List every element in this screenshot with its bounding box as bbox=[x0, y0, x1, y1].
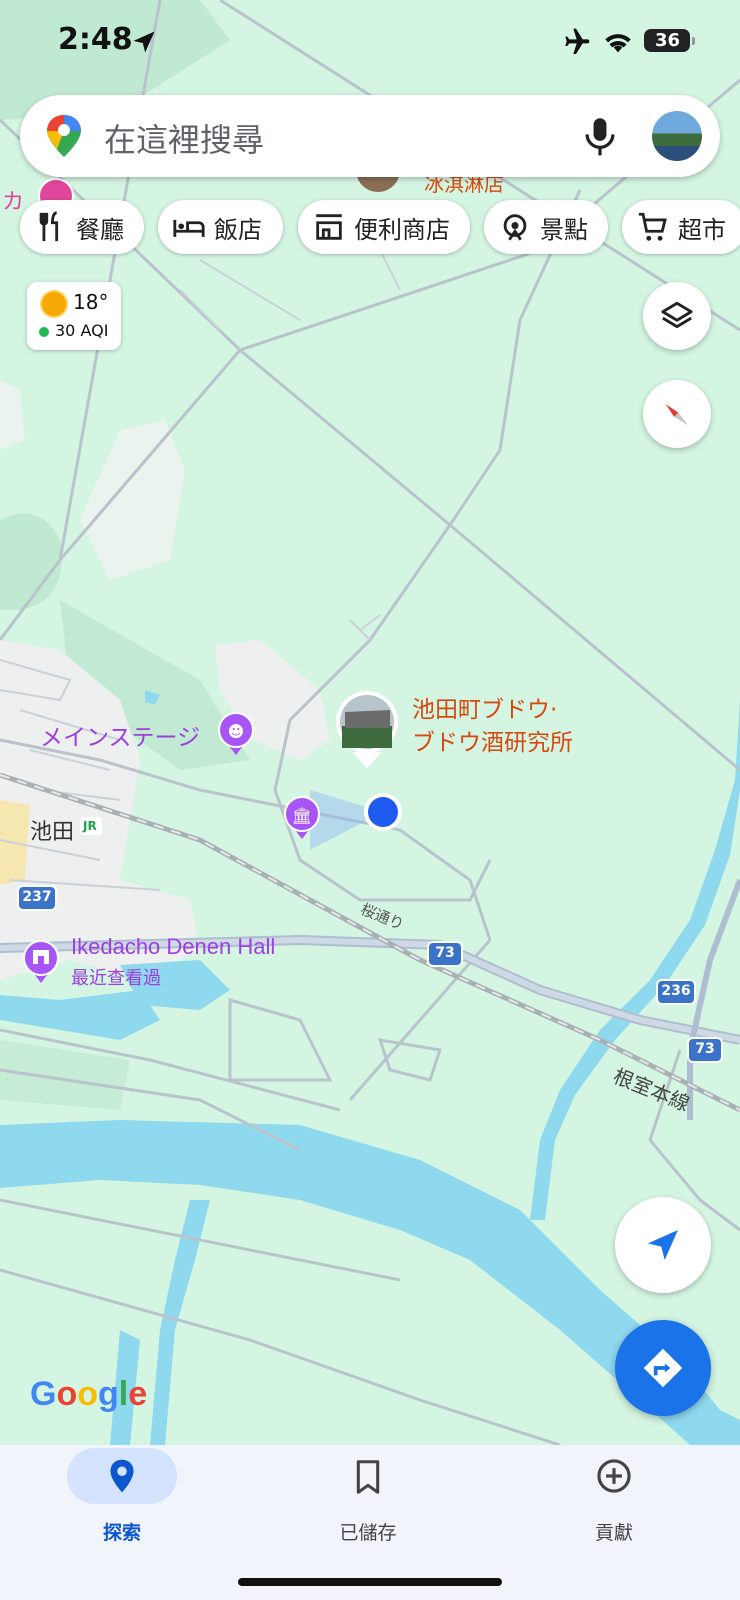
status-bar: 2:48 36 bbox=[0, 0, 740, 84]
directions-icon bbox=[643, 1348, 683, 1388]
category-chips: 餐廳 飯店 便利商店 景點 超市 bbox=[20, 200, 740, 256]
microphone-icon[interactable] bbox=[580, 115, 620, 157]
cart-icon bbox=[638, 212, 667, 241]
chip-hotels[interactable]: 飯店 bbox=[158, 200, 283, 254]
winery-label-line1: 池田町ブドウ· bbox=[412, 697, 558, 723]
compass-icon bbox=[665, 404, 689, 426]
chip-label: 超市 bbox=[678, 215, 726, 244]
hall-label[interactable]: Ikedacho Denen Hall bbox=[71, 934, 275, 960]
tab-contribute-label: 貢獻 bbox=[594, 1522, 633, 1544]
my-location-button[interactable] bbox=[615, 1197, 711, 1293]
hotel-icon bbox=[173, 219, 205, 237]
chip-label: 便利商店 bbox=[354, 215, 450, 244]
temperature: 18° bbox=[73, 290, 109, 314]
aqi-value: 30 AQI bbox=[55, 321, 109, 340]
recently-viewed-label: 最近查看過 bbox=[71, 968, 161, 989]
add-circle-icon bbox=[597, 1459, 631, 1493]
store-icon bbox=[316, 214, 342, 240]
aqi-status-dot bbox=[39, 327, 49, 337]
chip-supermarkets[interactable]: 超市 bbox=[622, 200, 740, 254]
compass-button[interactable] bbox=[643, 380, 711, 448]
chip-label: 飯店 bbox=[214, 215, 262, 244]
navigation-arrow-icon bbox=[648, 1230, 678, 1260]
avatar[interactable] bbox=[652, 111, 702, 161]
winery-label-line2: ブドウ酒研究所 bbox=[412, 730, 573, 756]
route-73-label: 73 bbox=[695, 1041, 715, 1057]
google-maps-logo-icon bbox=[47, 115, 81, 157]
chip-restaurants[interactable]: 餐廳 bbox=[20, 200, 144, 254]
attraction-icon bbox=[503, 214, 527, 241]
route-73-label: 73 bbox=[435, 945, 455, 961]
chip-convenience-stores[interactable]: 便利商店 bbox=[298, 200, 470, 254]
airplane-icon bbox=[565, 28, 590, 54]
location-arrow-icon bbox=[133, 31, 155, 53]
layers-button[interactable] bbox=[643, 282, 711, 350]
route-236-label: 236 bbox=[661, 983, 691, 999]
layers-icon bbox=[661, 301, 693, 329]
chip-attractions[interactable]: 景點 bbox=[484, 200, 608, 254]
sun-icon bbox=[42, 292, 66, 316]
svg-text:🏛: 🏛 bbox=[292, 806, 312, 825]
battery-indicator: 36 bbox=[644, 29, 695, 52]
wifi-icon bbox=[605, 34, 631, 53]
explore-pin-icon bbox=[110, 1459, 134, 1493]
search-input[interactable]: 在這裡搜尋 bbox=[104, 115, 264, 161]
directions-button[interactable] bbox=[615, 1320, 711, 1416]
google-logo: Google bbox=[30, 1375, 148, 1413]
main-stage-label[interactable]: メインステージ bbox=[40, 718, 200, 752]
bookmark-icon bbox=[356, 1460, 380, 1494]
svg-text:☻: ☻ bbox=[228, 722, 245, 741]
status-time: 2:48 bbox=[58, 22, 133, 57]
winery-label[interactable]: 池田町ブドウ· ブドウ酒研究所 bbox=[412, 694, 573, 760]
tab-explore-label: 探索 bbox=[102, 1522, 141, 1544]
jr-icon: JR bbox=[83, 819, 97, 833]
bottom-navigation: 探索 已儲存 貢獻 bbox=[0, 1445, 740, 1600]
tab-saved-label: 已儲存 bbox=[339, 1522, 397, 1544]
search-bar[interactable]: 在這裡搜尋 bbox=[20, 95, 720, 177]
ikeda-station-label[interactable]: 池田 bbox=[30, 814, 74, 846]
home-indicator[interactable] bbox=[238, 1578, 502, 1586]
chip-label: 景點 bbox=[540, 215, 588, 244]
weather-widget[interactable]: 18° 30 AQI bbox=[27, 282, 121, 350]
restaurant-icon bbox=[39, 211, 59, 242]
route-237-label: 237 bbox=[22, 889, 52, 905]
chip-label: 餐廳 bbox=[76, 215, 124, 244]
